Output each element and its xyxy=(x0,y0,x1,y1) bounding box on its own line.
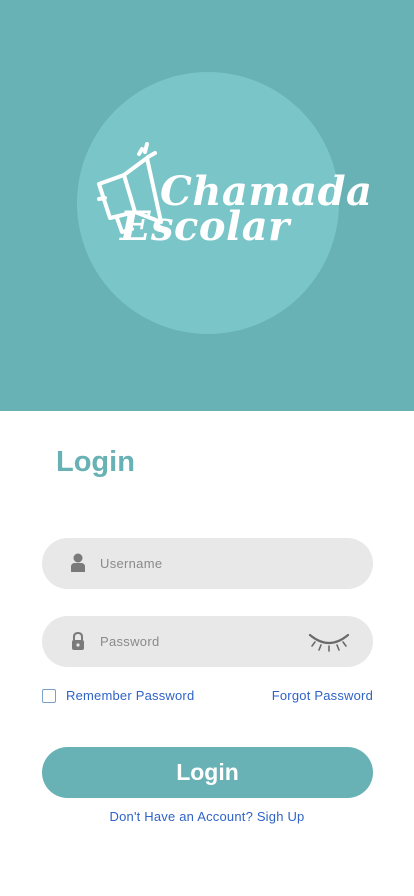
user-icon xyxy=(71,553,85,572)
remember-checkbox[interactable] xyxy=(42,688,56,703)
password-field[interactable] xyxy=(42,616,373,667)
username-field[interactable] xyxy=(42,538,373,589)
username-input[interactable] xyxy=(100,538,300,589)
password-input[interactable] xyxy=(100,616,300,667)
forgot-password-link[interactable]: Forgot Password xyxy=(272,688,373,703)
eye-closed-icon[interactable] xyxy=(307,629,351,653)
remember-password[interactable]: Remember Password xyxy=(42,688,194,703)
lock-icon xyxy=(72,631,84,650)
remember-label[interactable]: Remember Password xyxy=(66,688,194,703)
logo-text-line2: Escolar xyxy=(120,203,290,250)
login-button[interactable]: Login xyxy=(42,747,373,798)
signup-link[interactable]: Don't Have an Account? Sigh Up xyxy=(0,809,414,824)
page-title: Login xyxy=(56,446,135,478)
